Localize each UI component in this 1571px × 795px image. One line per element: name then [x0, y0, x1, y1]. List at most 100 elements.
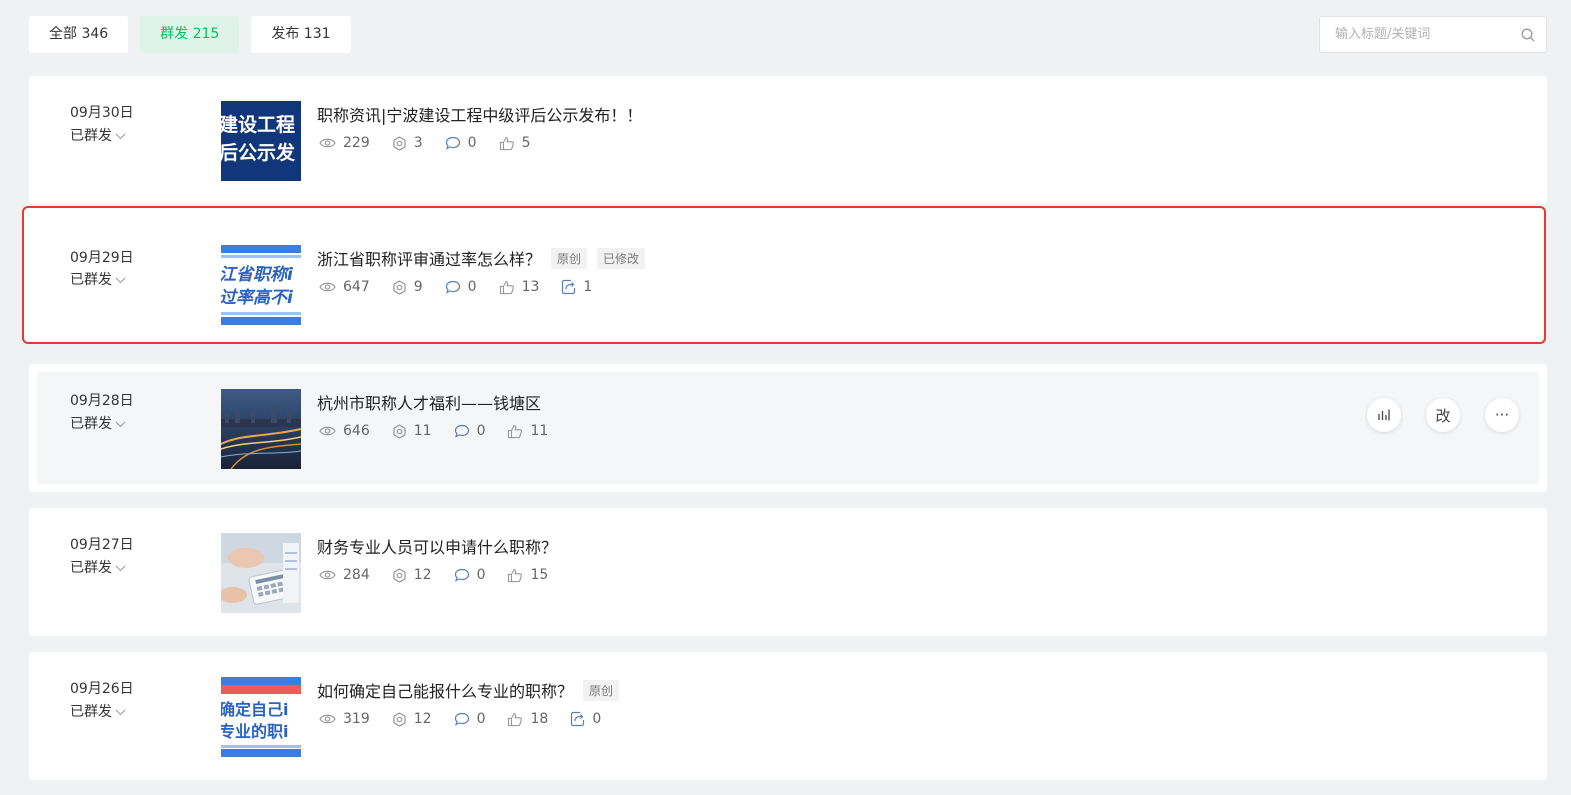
eye-icon [319, 570, 336, 580]
article-title[interactable]: 如何确定自己能报什么专业的职称？ [317, 678, 573, 702]
shares-count: 12 [413, 711, 432, 727]
comment-icon [445, 280, 460, 294]
comments-stat: 0 [445, 135, 477, 151]
search-icon[interactable] [1520, 27, 1536, 43]
repost-icon [562, 279, 576, 295]
shares-count: 11 [413, 423, 432, 439]
likes-stat: 18 [507, 711, 548, 727]
comments-stat: 0 [445, 279, 477, 295]
chevron-down-icon [115, 565, 126, 571]
title-row: 如何确定自己能报什么专业的职称？ 原创 [317, 678, 620, 702]
comments-count: 0 [476, 711, 486, 727]
thumb-text-2: 专业的职i [221, 722, 289, 741]
status-dropdown[interactable]: 已群发 [70, 269, 126, 289]
article-thumbnail[interactable]: 确定自己i 专业的职i [221, 677, 301, 757]
tag-original: 原创 [551, 247, 588, 269]
share-gear-icon [393, 279, 406, 295]
article-stats: 647 9 0 13 1 [319, 279, 614, 295]
more-button[interactable]: ··· [1485, 398, 1519, 432]
article-thumbnail[interactable]: 江省职称i 过率高不i [221, 245, 301, 325]
tab-all[interactable]: 全部 346 [29, 16, 129, 53]
status-dropdown[interactable]: 已群发 [70, 557, 126, 577]
likes-count: 15 [530, 567, 549, 583]
search-box [1319, 16, 1547, 53]
shares-stat: 9 [392, 279, 423, 295]
shares-count: 12 [413, 567, 432, 583]
article-stats: 646 11 0 11 [319, 423, 570, 439]
comments-count: 0 [467, 279, 477, 295]
comments-stat: 0 [454, 423, 485, 439]
share-gear-icon [393, 423, 406, 439]
article-title[interactable]: 财务专业人员可以申请什么职称？ [317, 534, 557, 558]
edit-button[interactable]: 改 [1426, 398, 1460, 432]
shares-stat: 11 [392, 423, 432, 439]
bar-chart-icon [1378, 409, 1390, 421]
comments-stat: 0 [454, 711, 486, 727]
article-thumbnail[interactable] [221, 533, 301, 613]
title-row: 职称资讯|宁波建设工程中级评后公示发布！！ [317, 102, 642, 126]
share-gear-icon [393, 135, 406, 151]
reposts-count: 0 [592, 711, 602, 727]
chevron-down-icon [115, 709, 126, 715]
chevron-down-icon [115, 133, 126, 139]
article-card: 09月27日 已群发 财务专业人员可以申请什么职称？ 284 12 0 15 [29, 508, 1547, 636]
views-count: 319 [343, 711, 370, 727]
shares-stat: 12 [392, 711, 432, 727]
title-row: 杭州市职称人才福利——钱塘区 [317, 390, 541, 414]
status-label: 已群发 [70, 128, 112, 144]
article-card: 09月26日 已群发 确定自己i 专业的职i 如何确定自己能报什么专业的职称？ … [29, 652, 1547, 780]
status-dropdown[interactable]: 已群发 [70, 125, 126, 145]
article-date: 09月28日 [70, 393, 134, 409]
article-card: 09月30日 已群发 建设工程 后公示发 职称资讯|宁波建设工程中级评后公示发布… [29, 76, 1547, 204]
views-count: 647 [343, 279, 370, 295]
article-title[interactable]: 职称资讯|宁波建设工程中级评后公示发布！！ [317, 102, 642, 126]
thumbs-up-icon [499, 136, 514, 150]
eye-icon [319, 282, 336, 292]
reposts-stat: 1 [561, 279, 592, 295]
repost-icon [571, 711, 585, 727]
likes-count: 11 [530, 423, 549, 439]
likes-stat: 11 [507, 423, 548, 439]
article-thumbnail[interactable] [221, 389, 301, 469]
status-dropdown[interactable]: 已群发 [70, 701, 126, 721]
article-date: 09月26日 [70, 681, 134, 697]
likes-stat: 15 [507, 567, 548, 583]
likes-count: 5 [521, 135, 531, 151]
share-gear-icon [393, 711, 406, 727]
shares-count: 9 [413, 279, 423, 295]
comments-stat: 0 [454, 567, 486, 583]
article-title[interactable]: 杭州市职称人才福利——钱塘区 [317, 390, 541, 414]
status-dropdown[interactable]: 已群发 [70, 413, 126, 433]
tab-publish[interactable]: 发布 131 [251, 16, 351, 53]
stats-button[interactable] [1367, 398, 1401, 432]
status-label: 已群发 [70, 272, 112, 288]
article-thumbnail[interactable]: 建设工程 后公示发 [221, 101, 301, 181]
thumb-text-2: 后公示发 [221, 141, 296, 164]
thumbs-up-icon [499, 280, 514, 294]
status-label: 已群发 [70, 416, 112, 432]
comment-icon [445, 136, 460, 150]
search-input[interactable] [1335, 27, 1520, 42]
likes-stat: 5 [499, 135, 531, 151]
views-stat: 284 [319, 567, 370, 583]
tab-mass-send[interactable]: 群发 215 [140, 16, 240, 53]
comments-count: 0 [467, 135, 477, 151]
comments-count: 0 [476, 567, 486, 583]
reposts-count: 1 [583, 279, 593, 295]
row-actions: 改 ··· [1367, 398, 1519, 432]
comment-icon [454, 424, 469, 438]
article-date: 09月29日 [70, 250, 134, 266]
eye-icon [319, 426, 336, 436]
article-stats: 319 12 0 18 0 [319, 711, 623, 727]
thumb-text-2: 过率高不i [221, 288, 294, 308]
views-count: 646 [343, 423, 370, 439]
title-row: 浙江省职称评审通过率怎么样？ 原创 已修改 [317, 246, 646, 270]
article-title[interactable]: 浙江省职称评审通过率怎么样？ [317, 246, 541, 270]
status-label: 已群发 [70, 704, 112, 720]
thumb-text-1: 江省职称i [221, 265, 294, 285]
views-stat: 647 [319, 279, 370, 295]
thumb-text-1: 建设工程 [221, 113, 295, 136]
article-date: 09月27日 [70, 537, 134, 553]
article-card-hover: 09月28日 已群发 杭州市职称人才福利——钱塘区 646 11 0 11 改 … [29, 364, 1547, 492]
shares-stat: 3 [392, 135, 423, 151]
